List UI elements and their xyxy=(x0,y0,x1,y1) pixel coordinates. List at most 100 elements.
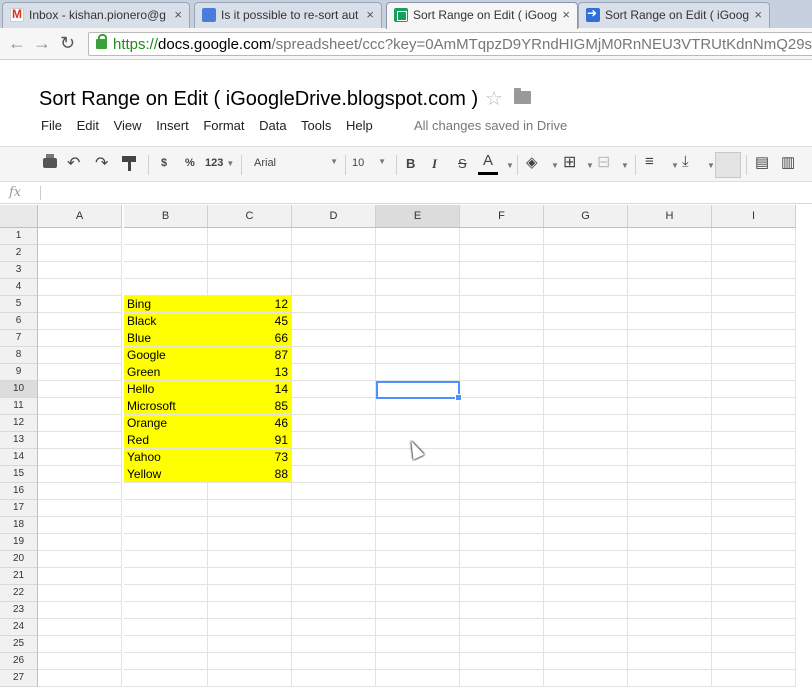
paint-format-icon[interactable] xyxy=(122,156,136,171)
cell-a9[interactable] xyxy=(38,364,122,381)
cell-b23[interactable] xyxy=(124,602,208,619)
cell-a6[interactable] xyxy=(38,313,122,330)
close-icon[interactable]: × xyxy=(174,7,182,22)
cell-c23[interactable] xyxy=(208,602,292,619)
cell-g3[interactable] xyxy=(544,262,628,279)
cell-d6[interactable] xyxy=(292,313,376,330)
back-icon[interactable]: ← xyxy=(8,33,26,54)
cell-h15[interactable] xyxy=(628,466,712,483)
cell-i14[interactable] xyxy=(712,449,796,466)
cell-d20[interactable] xyxy=(292,551,376,568)
cell-d15[interactable] xyxy=(292,466,376,483)
cell-h23[interactable] xyxy=(628,602,712,619)
row-header-4[interactable]: 4 xyxy=(0,279,38,296)
cell-g23[interactable] xyxy=(544,602,628,619)
cell-h4[interactable] xyxy=(628,279,712,296)
star-icon[interactable]: ☆ xyxy=(485,86,503,111)
cell-c18[interactable] xyxy=(208,517,292,534)
close-icon[interactable]: × xyxy=(754,7,762,22)
cell-i8[interactable] xyxy=(712,347,796,364)
percent-button[interactable]: % xyxy=(185,157,195,169)
cell-h8[interactable] xyxy=(628,347,712,364)
forward-icon[interactable]: → xyxy=(33,33,51,54)
cell-a22[interactable] xyxy=(38,585,122,602)
cell-e7[interactable] xyxy=(376,330,460,347)
redo-icon[interactable]: ↷ xyxy=(95,153,108,173)
column-header-b[interactable]: B xyxy=(124,205,208,228)
cell-c8[interactable]: 87 xyxy=(208,347,292,364)
cell-b19[interactable] xyxy=(124,534,208,551)
cell-e19[interactable] xyxy=(376,534,460,551)
cell-f21[interactable] xyxy=(460,568,544,585)
text-color-button[interactable]: A xyxy=(483,152,493,169)
cell-f7[interactable] xyxy=(460,330,544,347)
cell-a3[interactable] xyxy=(38,262,122,279)
cell-e21[interactable] xyxy=(376,568,460,585)
cell-e11[interactable] xyxy=(376,398,460,415)
cell-a7[interactable] xyxy=(38,330,122,347)
column-header-i[interactable]: I xyxy=(712,205,796,228)
cell-f14[interactable] xyxy=(460,449,544,466)
row-header-14[interactable]: 14 xyxy=(0,449,38,466)
column-header-f[interactable]: F xyxy=(460,205,544,228)
cell-e25[interactable] xyxy=(376,636,460,653)
cell-f26[interactable] xyxy=(460,653,544,670)
cell-b26[interactable] xyxy=(124,653,208,670)
row-header-2[interactable]: 2 xyxy=(0,245,38,262)
strikethrough-button[interactable]: S xyxy=(458,156,467,171)
cell-e18[interactable] xyxy=(376,517,460,534)
cell-g16[interactable] xyxy=(544,483,628,500)
cell-c12[interactable]: 46 xyxy=(208,415,292,432)
cell-e17[interactable] xyxy=(376,500,460,517)
cell-b27[interactable] xyxy=(124,670,208,687)
cell-a25[interactable] xyxy=(38,636,122,653)
cell-i3[interactable] xyxy=(712,262,796,279)
cell-d24[interactable] xyxy=(292,619,376,636)
cell-c3[interactable] xyxy=(208,262,292,279)
cell-b18[interactable] xyxy=(124,517,208,534)
cell-c11[interactable]: 85 xyxy=(208,398,292,415)
cell-g9[interactable] xyxy=(544,364,628,381)
browser-tab-question[interactable]: Is it possible to re-sort aut × xyxy=(194,2,382,28)
cell-b11[interactable]: Microsoft xyxy=(124,398,208,415)
row-header-7[interactable]: 7 xyxy=(0,330,38,347)
cell-d3[interactable] xyxy=(292,262,376,279)
chevron-down-icon[interactable]: ▼ xyxy=(506,161,514,170)
cell-b20[interactable] xyxy=(124,551,208,568)
row-header-27[interactable]: 27 xyxy=(0,670,38,687)
cell-i2[interactable] xyxy=(712,245,796,262)
cell-h7[interactable] xyxy=(628,330,712,347)
reload-icon[interactable]: ↻ xyxy=(60,33,75,54)
cell-b8[interactable]: Google xyxy=(124,347,208,364)
cell-d19[interactable] xyxy=(292,534,376,551)
cell-g14[interactable] xyxy=(544,449,628,466)
cell-g6[interactable] xyxy=(544,313,628,330)
cell-a17[interactable] xyxy=(38,500,122,517)
chevron-down-icon[interactable]: ▼ xyxy=(551,161,559,170)
cell-c27[interactable] xyxy=(208,670,292,687)
cell-c17[interactable] xyxy=(208,500,292,517)
cell-i11[interactable] xyxy=(712,398,796,415)
cell-f6[interactable] xyxy=(460,313,544,330)
cell-h27[interactable] xyxy=(628,670,712,687)
currency-button[interactable]: $ xyxy=(161,157,167,169)
cell-g5[interactable] xyxy=(544,296,628,313)
cell-i6[interactable] xyxy=(712,313,796,330)
cell-f23[interactable] xyxy=(460,602,544,619)
menu-help[interactable]: Help xyxy=(346,118,373,133)
row-header-25[interactable]: 25 xyxy=(0,636,38,653)
menu-format[interactable]: Format xyxy=(203,118,244,133)
cell-h9[interactable] xyxy=(628,364,712,381)
cell-i22[interactable] xyxy=(712,585,796,602)
menu-edit[interactable]: Edit xyxy=(77,118,99,133)
cell-h5[interactable] xyxy=(628,296,712,313)
cell-f19[interactable] xyxy=(460,534,544,551)
cell-g13[interactable] xyxy=(544,432,628,449)
cell-e1[interactable] xyxy=(376,228,460,245)
cell-a24[interactable] xyxy=(38,619,122,636)
select-all-corner[interactable] xyxy=(0,205,38,228)
cell-f1[interactable] xyxy=(460,228,544,245)
cell-c21[interactable] xyxy=(208,568,292,585)
cell-c9[interactable]: 13 xyxy=(208,364,292,381)
row-header-15[interactable]: 15 xyxy=(0,466,38,483)
